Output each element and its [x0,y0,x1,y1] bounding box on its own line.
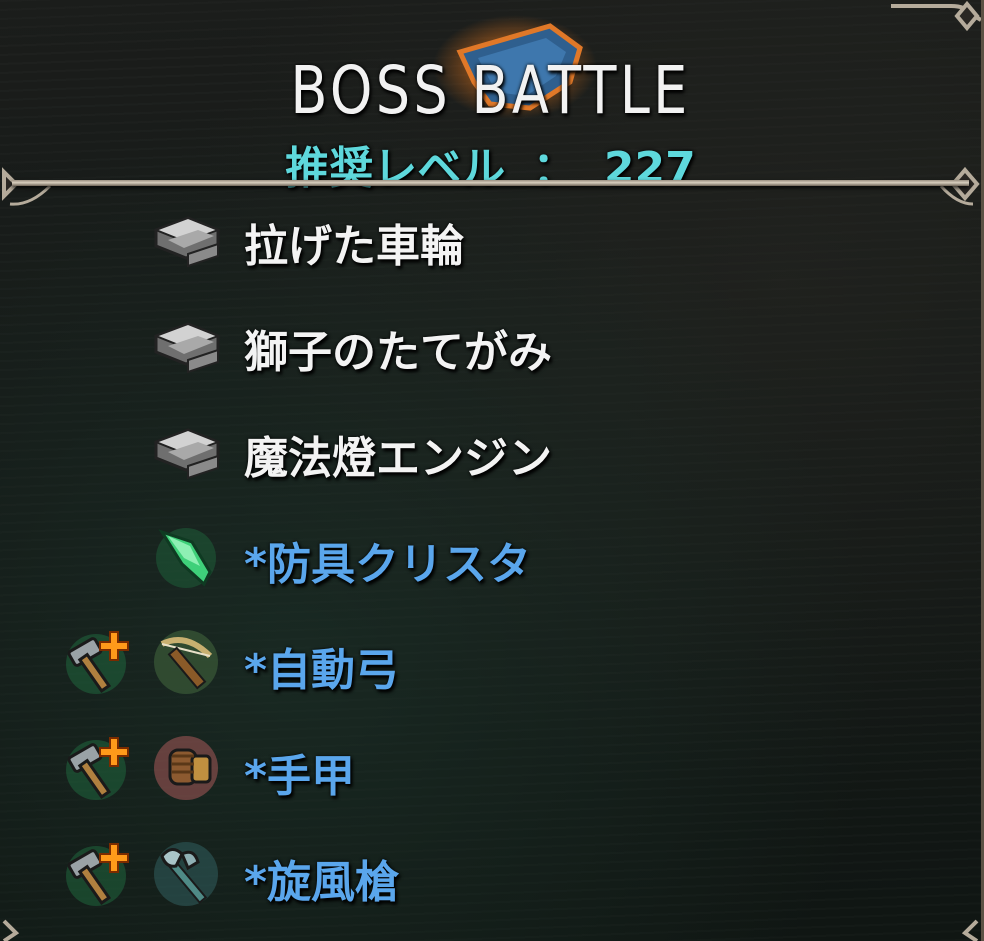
reward-item[interactable]: 獅子のたてがみ [0,296,981,402]
reward-item-label: 魔法燈エンジン [244,433,552,484]
reward-item[interactable]: *旋風槍 [0,826,981,932]
reward-item[interactable]: *防具クリスタ [0,508,981,614]
boss-battle-panel: BOSS BATTLE 推奨レベル ： 227 拉げた車輪 獅子のたてがみ 魔法… [0,0,984,941]
reward-item[interactable]: *自動弓 [0,614,981,720]
metal-ingot-icon [148,200,224,276]
reward-item[interactable]: 拉げた車輪 [0,190,981,296]
hammer-plus-icon [60,624,136,700]
reward-item[interactable]: *手甲 [0,720,981,826]
gauntlet-icon [148,730,224,806]
hammer-plus-icon [60,730,136,806]
green-crystal-icon [148,518,224,594]
boss-battle-title: BOSS BATTLE [290,52,691,129]
reward-item-label: 獅子のたてがみ [244,327,552,378]
reward-item-label: *手甲 [244,751,356,802]
recommended-level-value: 227 [603,143,696,194]
recommended-level-label: 推奨レベル [285,143,506,194]
reward-item-label: 拉げた車輪 [244,221,464,272]
header-divider [12,180,969,186]
reward-item-label: *旋風槍 [244,857,400,908]
metal-ingot-icon [148,412,224,488]
reward-item[interactable]: 魔法燈エンジン [0,402,981,508]
metal-ingot-icon [148,306,224,382]
crossbow-icon [148,624,224,700]
recommended-level: 推奨レベル ： 227 [0,132,981,196]
header: BOSS BATTLE 推奨レベル ： 227 [0,15,981,194]
reward-list: 拉げた車輪 獅子のたてがみ 魔法燈エンジン *防具クリスタ *自動弓 *手甲 *… [0,190,981,932]
halberd-icon [148,836,224,912]
reward-item-label: *防具クリスタ [244,539,532,590]
hammer-plus-icon [60,836,136,912]
reward-item-label: *自動弓 [244,645,400,696]
recommended-level-separator: ： [532,143,577,194]
